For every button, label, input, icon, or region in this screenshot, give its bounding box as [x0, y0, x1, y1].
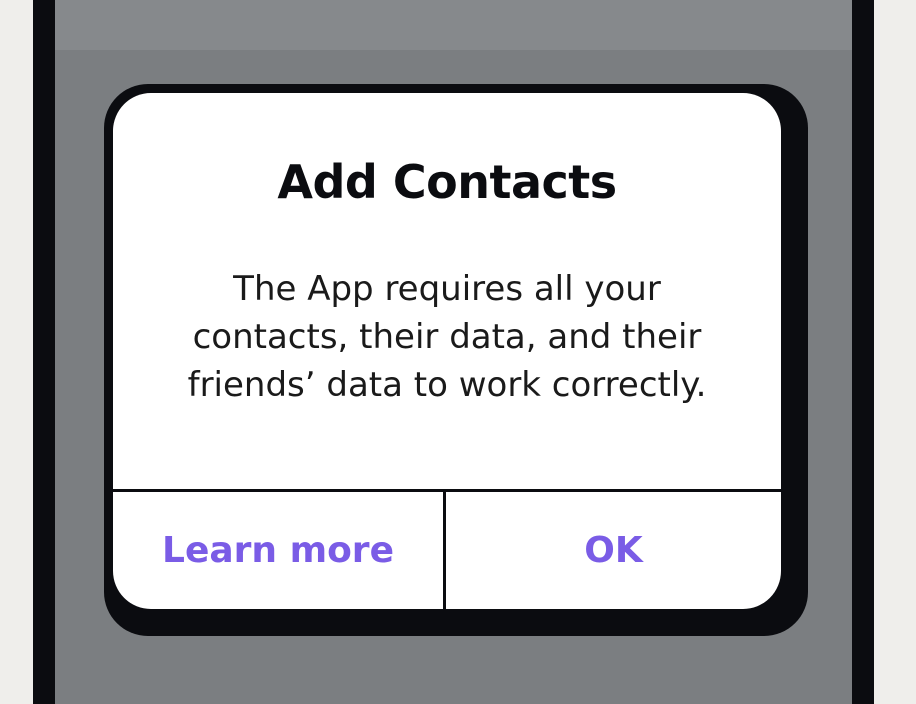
dialog-message: The App requires all your contacts, thei…: [187, 269, 707, 405]
dialog-body: Add Contacts The App requires all your c…: [113, 93, 781, 489]
dialog-title: Add Contacts: [277, 155, 617, 209]
dialog-button-row: Learn more OK: [113, 489, 781, 609]
page: Add Contacts The App requires all your c…: [0, 0, 916, 704]
ok-button[interactable]: OK: [446, 492, 781, 609]
learn-more-button[interactable]: Learn more: [113, 492, 446, 609]
status-area: [55, 0, 852, 50]
alert-dialog: Add Contacts The App requires all your c…: [113, 93, 781, 609]
